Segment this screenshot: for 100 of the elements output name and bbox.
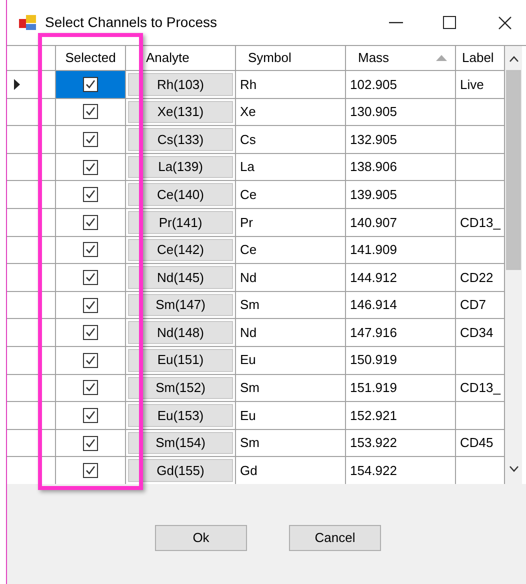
table-cell[interactable] [56, 374, 126, 402]
checkbox[interactable] [83, 76, 98, 92]
checkbox[interactable] [83, 463, 98, 478]
table-cell: 140.907 [346, 208, 456, 237]
checkbox[interactable] [83, 214, 98, 230]
analyte-button[interactable]: Pr(141) [128, 210, 233, 234]
row-header-cell[interactable] [7, 181, 56, 209]
row-header-cell[interactable] [7, 98, 56, 126]
checkbox[interactable] [83, 160, 98, 175]
checkbox[interactable] [83, 380, 98, 396]
table-cell: Nd [236, 319, 346, 347]
row-header-cell[interactable] [7, 319, 56, 347]
row-header-cell[interactable] [7, 292, 56, 320]
analyte-button[interactable]: Nd(148) [128, 321, 233, 344]
checkbox[interactable] [83, 270, 98, 285]
table-cell: 141.909 [346, 236, 456, 264]
table-cell: 147.916 [346, 319, 456, 347]
row-header-cell[interactable] [7, 208, 56, 237]
analyte-button[interactable]: Rh(103) [128, 73, 233, 96]
row-header-cell[interactable] [7, 374, 56, 402]
table-cell: 154.922 [346, 457, 456, 484]
table-cell: Nd [236, 264, 346, 292]
table-cell[interactable] [56, 346, 126, 375]
app-icon [19, 14, 37, 30]
table-cell: 144.912 [346, 264, 456, 292]
table-cell: Gd [236, 457, 346, 484]
table-cell[interactable] [56, 402, 126, 430]
table-cell: Xe [236, 98, 346, 126]
row-header-cell[interactable] [7, 264, 56, 292]
table-cell: 139.905 [346, 181, 456, 209]
row-header-cell[interactable] [7, 402, 56, 430]
table-cell[interactable] [56, 98, 126, 126]
checkbox[interactable] [83, 187, 98, 202]
table-cell[interactable] [56, 154, 126, 182]
row-header-cell[interactable] [7, 346, 56, 375]
table-cell: 150.919 [346, 346, 456, 375]
checkbox[interactable] [83, 298, 98, 313]
table-cell[interactable] [56, 71, 126, 99]
close-icon[interactable] [498, 16, 512, 30]
checkbox[interactable] [83, 436, 98, 451]
scroll-down-icon[interactable] [508, 466, 518, 472]
table-cell: 146.914 [346, 292, 456, 320]
table-cell: Eu [236, 402, 346, 430]
analyte-button[interactable]: Sm(154) [128, 432, 233, 454]
checkbox[interactable] [83, 132, 98, 147]
table-cell: 152.921 [346, 402, 456, 430]
row-header-cell[interactable] [7, 430, 56, 458]
table-cell: Ce [236, 236, 346, 264]
checkbox[interactable] [83, 325, 98, 340]
table-cell[interactable] [56, 430, 126, 458]
scroll-thumb[interactable] [506, 70, 521, 270]
maximize-icon[interactable] [443, 16, 456, 29]
table-cell: Rh [236, 71, 346, 99]
analyte-button[interactable]: Ce(140) [128, 183, 233, 206]
table-cell[interactable] [56, 292, 126, 320]
table-cell: La [236, 154, 346, 182]
column-header[interactable]: Symbol [236, 46, 346, 71]
table-cell[interactable] [56, 126, 126, 154]
table-cell: Eu [236, 346, 346, 375]
analyte-button[interactable]: Ce(142) [128, 238, 233, 262]
row-header-cell[interactable] [7, 154, 56, 182]
analyte-button[interactable]: Eu(153) [128, 404, 233, 427]
minimize-icon[interactable] [389, 22, 403, 24]
table-cell: Sm [236, 430, 346, 458]
table-cell[interactable] [56, 236, 126, 264]
row-header-cell[interactable] [7, 236, 56, 264]
table-cell[interactable] [56, 208, 126, 237]
table-cell: 130.905 [346, 98, 456, 126]
analyte-button[interactable]: Eu(151) [128, 348, 233, 372]
table-cell: 138.906 [346, 154, 456, 182]
table-cell: Sm [236, 292, 346, 320]
checkbox[interactable] [83, 408, 98, 423]
checkbox[interactable] [83, 242, 98, 258]
scroll-up-icon[interactable] [508, 56, 518, 62]
sort-arrow-icon [436, 55, 447, 61]
analyte-button[interactable]: Gd(155) [128, 459, 233, 482]
table-cell: 153.922 [346, 430, 456, 458]
analyte-button[interactable]: Cs(133) [128, 128, 233, 151]
cancel-button[interactable]: Cancel [289, 525, 381, 551]
table-cell: Cs [236, 126, 346, 154]
scrollbar[interactable] [505, 46, 522, 484]
analyte-button[interactable]: Sm(147) [128, 294, 233, 316]
table-cell: 132.905 [346, 126, 456, 154]
window-title: Select Channels to Process [45, 13, 217, 32]
checkbox[interactable] [83, 352, 98, 368]
column-header[interactable]: Mass [346, 46, 456, 71]
table-cell: 151.919 [346, 374, 456, 402]
analyte-button[interactable]: La(139) [128, 156, 233, 178]
table-cell[interactable] [56, 264, 126, 292]
analyte-button[interactable]: Nd(145) [128, 266, 233, 289]
table-cell: Sm [236, 374, 346, 402]
analyte-button[interactable]: Xe(131) [128, 100, 233, 124]
column-header[interactable]: Analyte [126, 46, 236, 71]
table-cell: Pr [236, 208, 346, 237]
ok-button[interactable]: Ok [155, 525, 247, 551]
checkbox[interactable] [83, 104, 98, 120]
table-cell[interactable] [56, 319, 126, 347]
analyte-button[interactable]: Sm(152) [128, 376, 233, 400]
table-cell[interactable] [56, 181, 126, 209]
row-header-cell[interactable] [7, 126, 56, 154]
